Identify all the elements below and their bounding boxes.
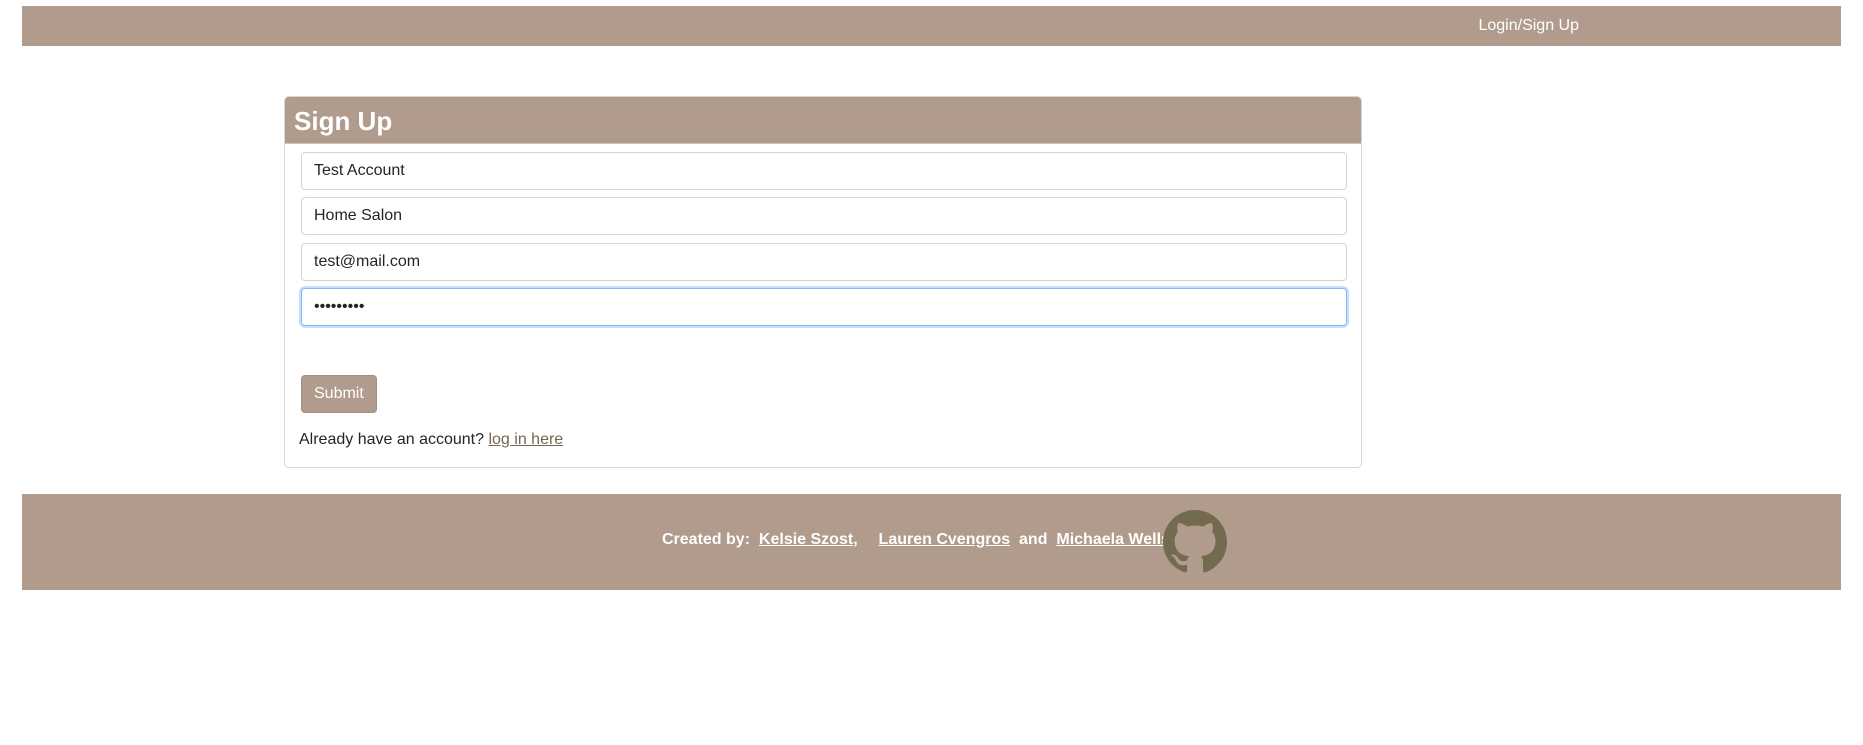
submit-button[interactable]: Submit	[301, 375, 377, 413]
footer: Created by: Kelsie Szost, Lauren Cvengro…	[22, 494, 1841, 590]
page-title: Sign Up	[294, 106, 393, 136]
salon-name-input[interactable]	[301, 197, 1347, 235]
creator-link-kelsie[interactable]: Kelsie Szost	[759, 531, 853, 548]
login-prompt-text: Already have an account?	[299, 431, 485, 448]
page: Login/Sign Up Sign Up Submit Already hav…	[0, 0, 1863, 745]
signup-card: Sign Up Submit Already have an account? …	[284, 96, 1362, 468]
login-link[interactable]: log in here	[488, 431, 563, 448]
github-icon[interactable]	[1163, 510, 1227, 574]
signup-card-header: Sign Up	[285, 97, 1361, 144]
github-icon-graphic	[1163, 510, 1227, 573]
and-text: and	[1019, 531, 1048, 548]
created-by-label: Created by:	[662, 531, 751, 548]
creator-link-michaela[interactable]: Michaela Wells	[1056, 531, 1170, 548]
login-signup-link[interactable]: Login/Sign Up	[1478, 6, 1579, 46]
footer-credits: Created by: Kelsie Szost, Lauren Cvengro…	[662, 494, 1170, 590]
name-input[interactable]	[301, 152, 1347, 190]
creator-link-lauren[interactable]: Lauren Cvengros	[879, 531, 1011, 548]
top-navbar: Login/Sign Up	[22, 6, 1841, 46]
email-input[interactable]	[301, 243, 1347, 281]
login-prompt: Already have an account? log in here	[299, 431, 563, 449]
password-input[interactable]	[301, 288, 1347, 326]
creator-separator: ,	[853, 531, 858, 548]
